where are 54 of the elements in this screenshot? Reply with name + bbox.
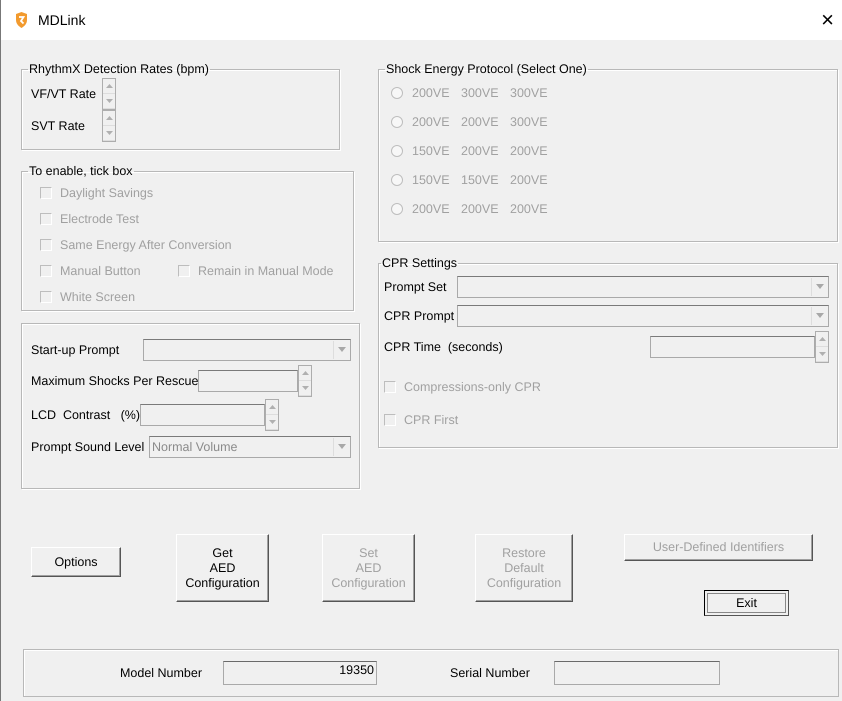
energy-level: 200VE xyxy=(412,114,451,128)
field-label: Prompt Sound Level xyxy=(31,440,146,454)
checkbox-label: Compressions-only CPR xyxy=(404,380,541,394)
dropdown-arrow-icon xyxy=(816,313,824,318)
energy-level: 200VE xyxy=(510,202,548,216)
group-title: To enable, tick box xyxy=(28,164,134,178)
checkbox-label: White Screen xyxy=(60,290,136,304)
checkbox-label: Manual Button xyxy=(60,264,141,278)
energy-level: 150VE xyxy=(412,144,451,158)
options-button[interactable]: Options xyxy=(31,547,121,577)
energy-level: 200VE xyxy=(510,144,548,158)
spin-buttons[interactable] xyxy=(815,331,829,363)
group-title: RhythmX Detection Rates (bpm) xyxy=(28,62,210,76)
model-number-field: 19350 xyxy=(222,661,377,685)
field-label: Prompt Set xyxy=(384,280,448,294)
shield-icon xyxy=(15,12,28,28)
energy-level: 300VE xyxy=(461,86,500,100)
field-label: CPR Time (seconds) xyxy=(384,340,503,354)
checkbox-label: Same Energy After Conversion xyxy=(60,238,232,252)
checkbox-label: Remain in Manual Mode xyxy=(198,264,334,278)
field-label: Serial Number xyxy=(450,666,530,680)
field-label: SVT Rate xyxy=(31,119,86,133)
energy-level: 300VE xyxy=(510,114,548,128)
dropdown-arrow-icon xyxy=(338,444,346,449)
field-label: Maximum Shocks Per Rescue xyxy=(31,374,198,388)
energy-level: 200VE xyxy=(461,114,500,128)
field-label: Start-up Prompt xyxy=(31,342,120,356)
group-title: CPR Settings xyxy=(381,256,458,270)
checkbox-label: Electrode Test xyxy=(60,212,139,226)
energy-level: 200VE xyxy=(461,144,500,158)
energy-level: 200VE xyxy=(510,172,548,186)
energy-level: 200VE xyxy=(461,202,500,216)
spin-buttons[interactable] xyxy=(102,110,116,142)
field-label: VF/VT Rate xyxy=(31,87,98,101)
field-label: Model Number xyxy=(120,666,202,680)
checkbox-label: CPR First xyxy=(404,412,458,426)
dropdown-arrow-icon xyxy=(338,347,346,352)
window-title: MDLink xyxy=(38,12,86,28)
field-label: CPR Prompt xyxy=(384,308,456,322)
dropdown-arrow-icon xyxy=(816,284,824,289)
close-button[interactable]: × xyxy=(821,7,834,33)
energy-level: 200VE xyxy=(412,86,451,100)
energy-level: 200VE xyxy=(412,202,451,216)
exit-button[interactable]: Exit xyxy=(704,590,789,616)
energy-level: 150VE xyxy=(412,172,451,186)
get-configuration-button[interactable]: Get AED Configuration xyxy=(176,534,269,602)
field-label: LCD Contrast (%) xyxy=(31,408,140,422)
spin-buttons[interactable] xyxy=(298,365,312,397)
group-title: Shock Energy Protocol (Select One) xyxy=(385,62,588,76)
spin-buttons[interactable] xyxy=(265,399,280,431)
checkbox-label: Daylight Savings xyxy=(60,186,154,200)
energy-level: 300VE xyxy=(510,86,548,100)
energy-level: 150VE xyxy=(461,172,500,186)
spin-buttons[interactable] xyxy=(102,78,116,110)
